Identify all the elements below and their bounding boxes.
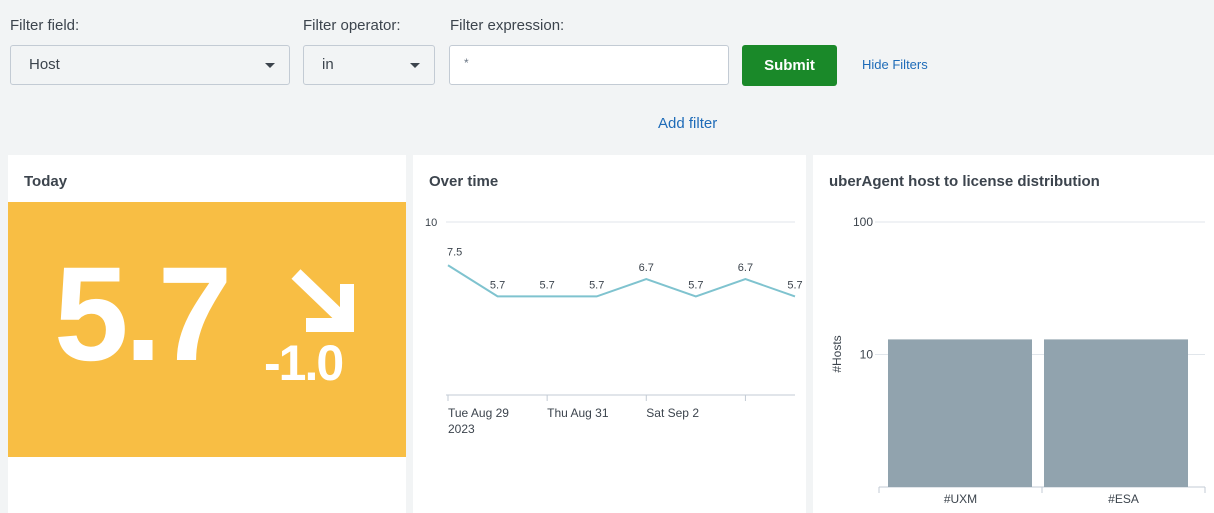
filter-field-label: Filter field: bbox=[10, 17, 80, 34]
x-tick-label: #ESA bbox=[1108, 492, 1139, 506]
arrow-down-right-icon bbox=[291, 269, 354, 332]
single-value-number: 5.7 bbox=[54, 240, 232, 389]
hide-filters-link[interactable]: Hide Filters bbox=[862, 57, 928, 72]
x-tick-label: #UXM bbox=[944, 492, 977, 506]
y-tick-label: 100 bbox=[853, 215, 873, 229]
license-panel-title: uberAgent host to license distribution bbox=[829, 173, 1100, 190]
single-value-delta: -1.0 bbox=[264, 335, 344, 391]
filter-expression-value: * bbox=[464, 56, 469, 70]
filter-expression-label: Filter expression: bbox=[450, 17, 565, 34]
license-bar-chart: 100 10 #Hosts #UXM #ESA bbox=[830, 215, 1206, 506]
data-label: 6.7 bbox=[639, 262, 654, 274]
panel-gutter bbox=[0, 155, 8, 513]
today-panel-title: Today bbox=[24, 173, 68, 190]
chevron-down-icon bbox=[265, 63, 275, 68]
add-filter-link[interactable]: Add filter bbox=[658, 115, 717, 132]
chevron-down-icon bbox=[410, 63, 420, 68]
y-axis-label: #Hosts bbox=[830, 335, 844, 372]
data-label: 6.7 bbox=[738, 262, 753, 274]
y-tick-label: 10 bbox=[425, 217, 437, 229]
panel-gutter bbox=[406, 155, 413, 513]
single-value-tile: 5.7 -1.0 bbox=[8, 202, 406, 457]
over-time-panel-title: Over time bbox=[429, 173, 499, 190]
data-label: 5.7 bbox=[589, 279, 604, 291]
filter-operator-select[interactable]: in bbox=[303, 45, 435, 85]
filter-expression-input[interactable]: * bbox=[449, 45, 729, 85]
filter-bar: Filter field: Host Filter operator: in F… bbox=[0, 0, 1214, 155]
submit-button[interactable]: Submit bbox=[742, 45, 837, 86]
filter-field-select[interactable]: Host bbox=[10, 45, 290, 85]
data-label: 7.5 bbox=[447, 246, 462, 258]
x-tick-label: Sat Sep 2 bbox=[646, 406, 699, 420]
filter-field-value: Host bbox=[29, 56, 60, 73]
bar bbox=[1044, 339, 1188, 487]
data-label: 5.7 bbox=[539, 279, 554, 291]
bar bbox=[888, 339, 1032, 487]
filter-operator-label: Filter operator: bbox=[303, 17, 401, 34]
x-tick-label: Tue Aug 29 bbox=[448, 406, 509, 420]
filter-operator-value: in bbox=[322, 56, 334, 73]
over-time-line-chart: 10 Tue Aug 29 2023 Thu Aug 31 Sat Sep 2 7.5 5.… bbox=[425, 217, 803, 436]
x-tick-label: Thu Aug 31 bbox=[547, 406, 609, 420]
data-label: 5.7 bbox=[688, 279, 703, 291]
data-label: 5.7 bbox=[787, 279, 802, 291]
data-label: 5.7 bbox=[490, 279, 505, 291]
x-tick-label: 2023 bbox=[448, 422, 475, 436]
y-tick-label: 10 bbox=[860, 348, 874, 362]
panel-gutter bbox=[806, 155, 813, 513]
